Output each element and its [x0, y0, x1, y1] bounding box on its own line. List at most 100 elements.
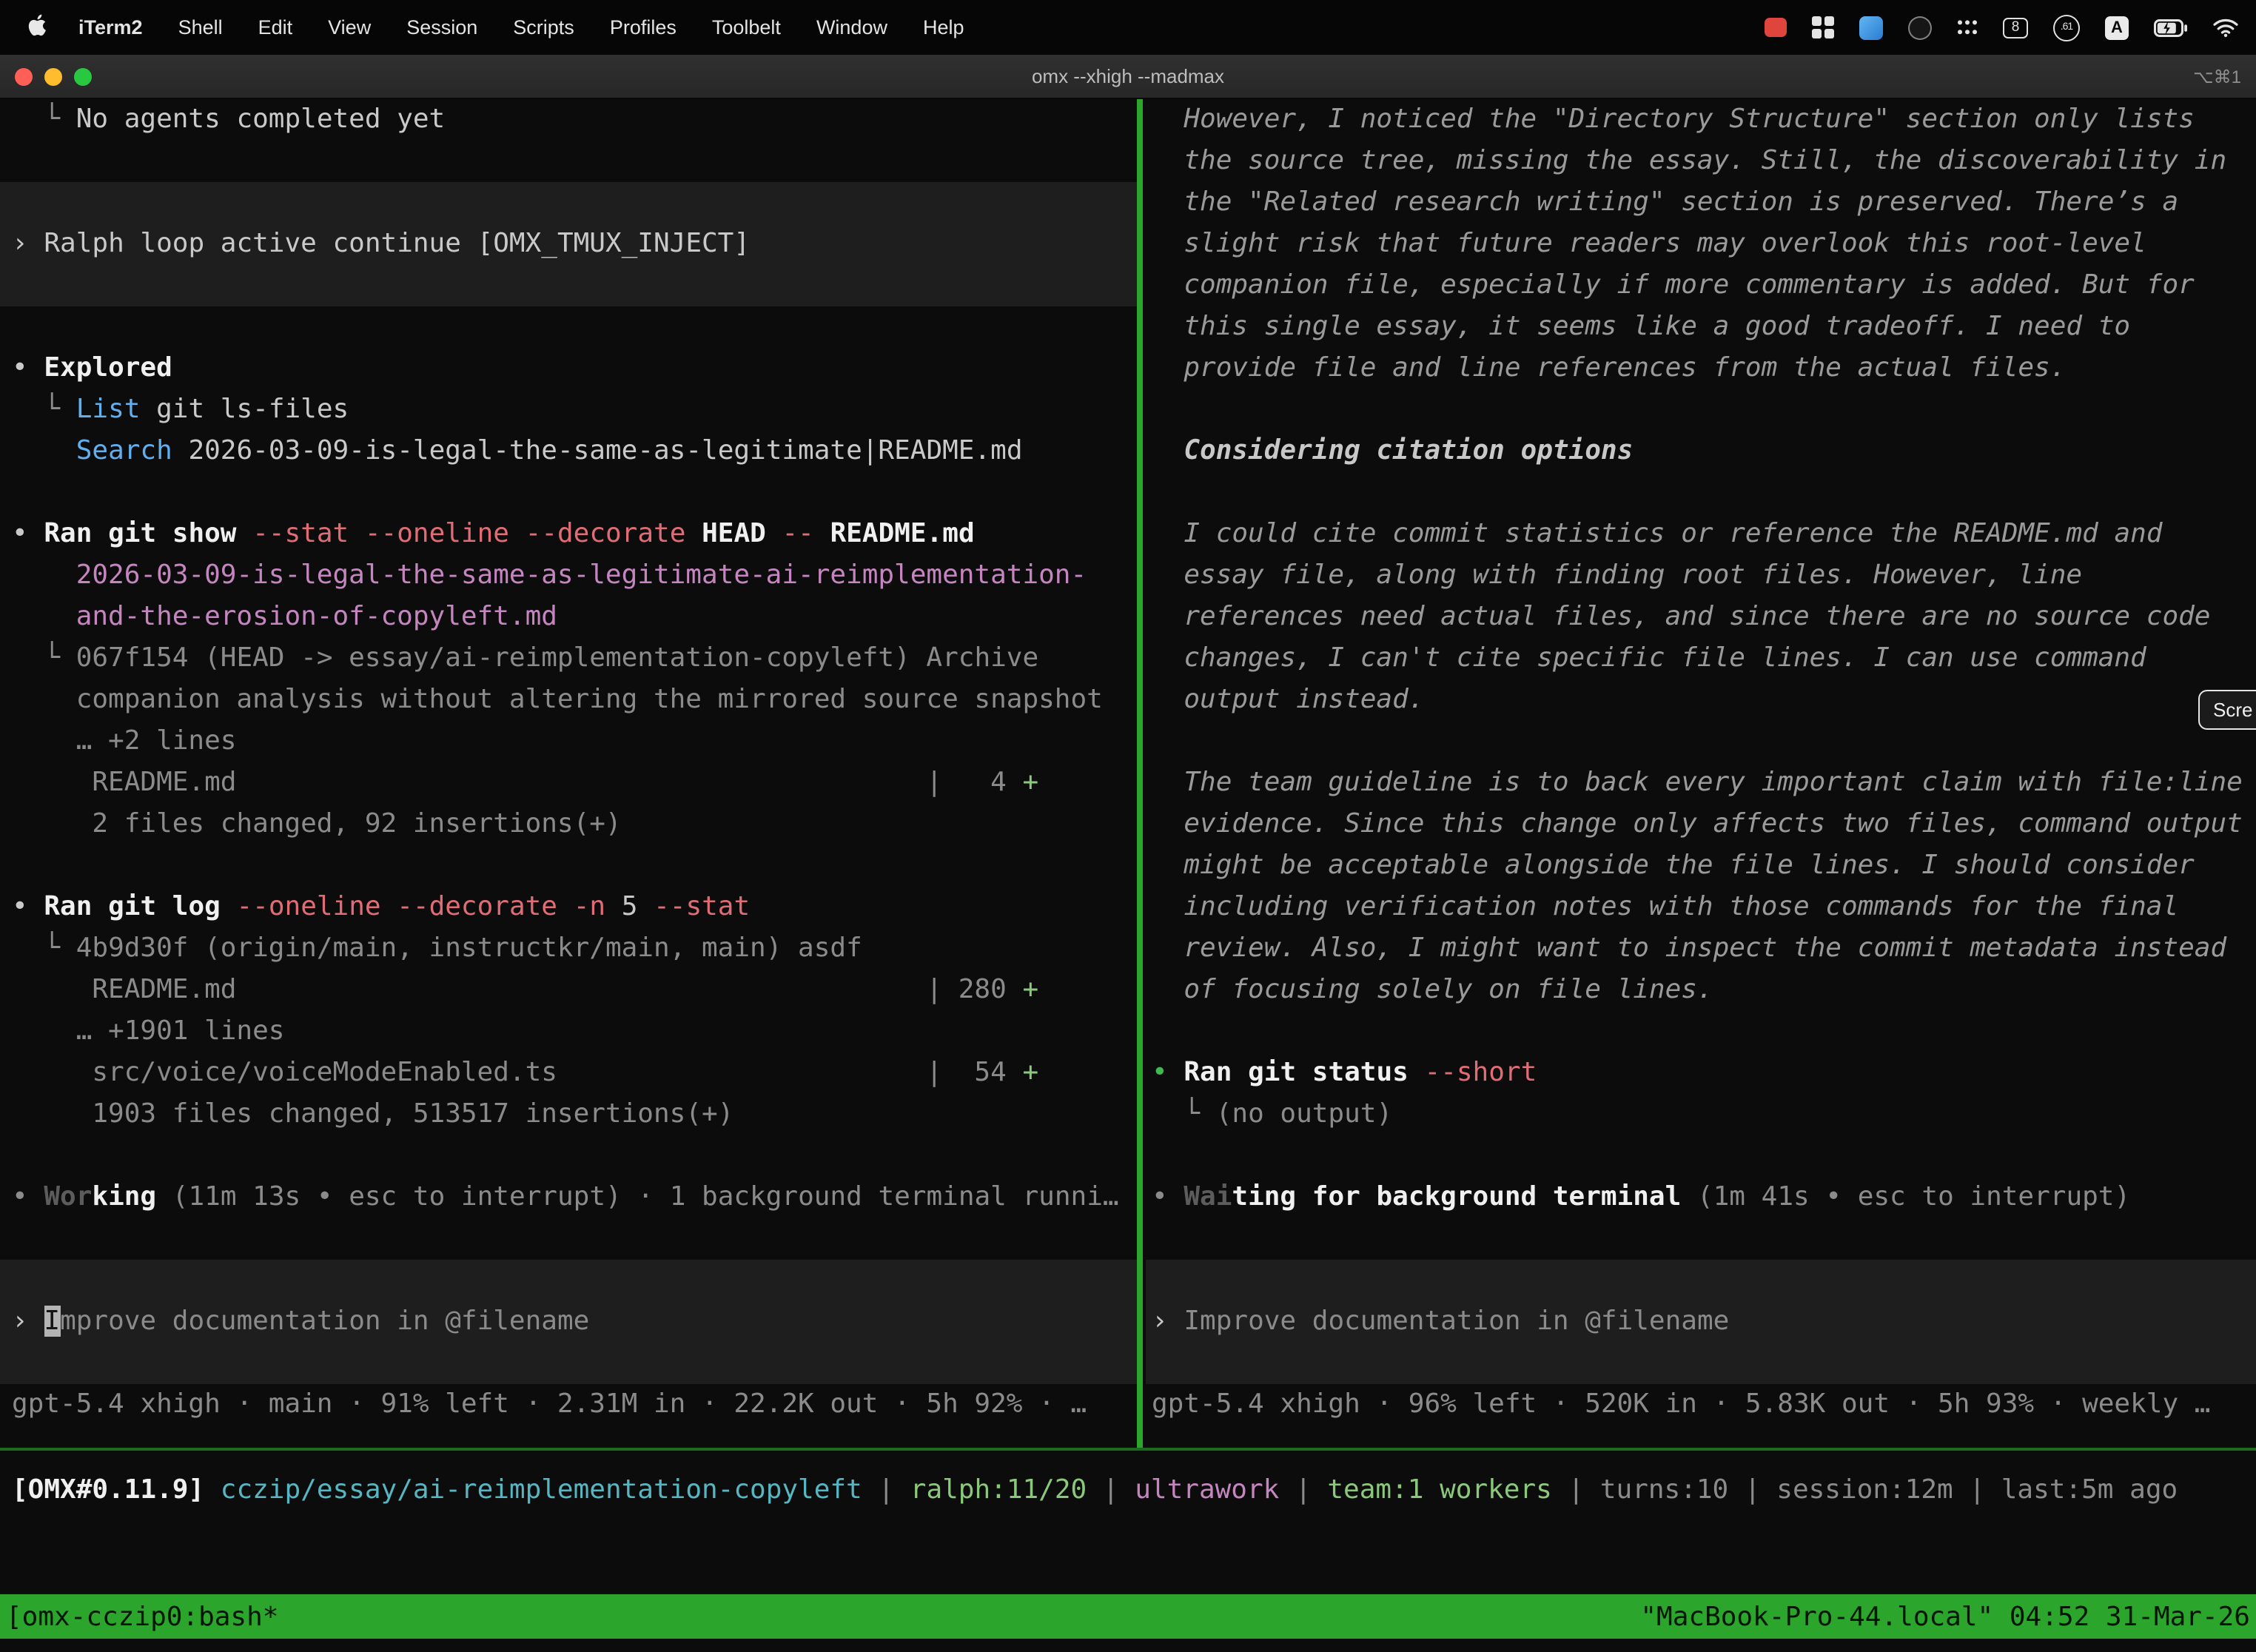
terminal-line: … +1901 lines [0, 1011, 1137, 1052]
tmux-horizontal-border [0, 1448, 2256, 1451]
terminal-text: git status [1248, 1057, 1409, 1088]
terminal-line [1146, 1011, 2256, 1052]
terminal-line: • Explored [0, 348, 1137, 389]
terminal-text: might be acceptable alongside the file l… [1152, 850, 2195, 881]
reasoning-heading: Considering citation options [1146, 431, 2256, 472]
terminal-text: --stat [654, 891, 750, 922]
menu-bar-left: iTerm2 Shell Edit View Session Scripts P… [15, 13, 982, 41]
window-title-bar[interactable]: omx --xhigh --madmax ⌥⌘1 [0, 55, 2256, 99]
terminal-line: • Ran git log --oneline --decorate -n 5 … [0, 887, 1137, 928]
tmux-pane-left[interactable]: └ No agents completed yet › Ralph loop ac… [0, 99, 1137, 1426]
menu-edit[interactable]: Edit [241, 16, 311, 38]
terminal-text: 4b9d30f (origin/main, instructkr/main, m… [76, 933, 862, 964]
tmux-pane-right[interactable]: However, I noticed the "Directory Struct… [1146, 99, 2256, 1426]
terminal-line: Search 2026-03-09-is-legal-the-same-as-l… [0, 431, 1137, 472]
menu-shell[interactable]: Shell [161, 16, 241, 38]
menu-toolbelt[interactable]: Toolbelt [694, 16, 799, 38]
keypad-icon[interactable]: 8 [2003, 17, 2028, 38]
window-grid-icon[interactable] [1812, 16, 1834, 38]
terminal-line: However, I noticed the "Directory Struct… [1146, 99, 2256, 141]
cursor-block: I [44, 1306, 60, 1337]
blue-app-icon[interactable] [1859, 16, 1883, 39]
menu-bar: iTerm2 Shell Edit View Session Scripts P… [0, 0, 2256, 55]
terminal-text: 1903 files changed, 513517 insertions(+) [12, 1098, 733, 1129]
wifi-icon[interactable] [2213, 18, 2238, 37]
terminal-text: └ [1152, 1098, 1216, 1129]
terminal-line: 2 files changed, 92 insertions(+) [0, 804, 1137, 845]
terminal-line: README.md | 280 + [0, 970, 1137, 1011]
terminal-text: the source tree, missing the essay. Stil… [1152, 145, 2226, 176]
terminal-text: Improve documentation in @filename [1184, 1306, 1729, 1337]
tmux-pane-divider[interactable] [1137, 99, 1143, 1448]
menu-session[interactable]: Session [389, 16, 495, 38]
terminal-line [1146, 389, 2256, 431]
terminal-line: including verification notes with those … [1146, 887, 2256, 928]
terminal-text: | [1552, 1474, 1600, 1505]
terminal-line [0, 306, 1137, 348]
apple-menu[interactable] [27, 13, 49, 41]
screen: iTerm2 Shell Edit View Session Scripts P… [0, 0, 2256, 1652]
terminal-text: git ls-files [140, 394, 349, 425]
terminal-line [0, 1260, 1137, 1301]
terminal-text: Considering citation options [1184, 435, 1633, 466]
terminal-line [1146, 1260, 2256, 1301]
omx-team: team:1 workers [1327, 1474, 1551, 1505]
terminal-text [766, 518, 782, 549]
terminal-line [1146, 721, 2256, 762]
terminal-text: • [12, 1181, 44, 1212]
terminal-line: The team guideline is to back every impo… [1146, 762, 2256, 804]
terminal-text: No agents completed yet [76, 104, 446, 135]
ralph-loop-banner: › Ralph loop active continue [OMX_TMUX_I… [0, 224, 1137, 265]
terminal-text: • [1152, 1057, 1184, 1088]
close-window-button[interactable] [15, 68, 33, 86]
terminal-text: | [1279, 1474, 1327, 1505]
battery-icon[interactable] [2154, 19, 2188, 36]
terminal-text: git log [108, 891, 221, 922]
zoom-window-button[interactable] [74, 68, 92, 86]
terminal-line: └ 067f154 (HEAD -> essay/ai-reimplementa… [0, 638, 1137, 679]
prompt-input[interactable]: › Improve documentation in @filename [1146, 1301, 2256, 1343]
terminal-text: + [1022, 974, 1038, 1005]
terminal-text: changes, I can't cite specific file line… [1152, 642, 2146, 674]
terminal-text: + [1022, 767, 1038, 798]
screen-edge-overlay-button[interactable]: Scre [2198, 690, 2256, 730]
terminal-text [685, 518, 702, 549]
terminal-text: • [12, 891, 44, 922]
terminal-text: └ [12, 933, 76, 964]
terminal-text: Ran [1184, 1057, 1232, 1088]
menu-help[interactable]: Help [905, 16, 982, 38]
terminal-line: of focusing solely on file lines. [1146, 970, 2256, 1011]
terminal-text: HEAD [702, 518, 766, 549]
terminal-text: (no output) [1216, 1098, 1392, 1129]
omx-branch: cczip/essay/ai-reimplementation-copyleft [221, 1474, 862, 1505]
terminal-line [0, 472, 1137, 514]
terminal-text: Wor [44, 1181, 92, 1212]
window-title: omx --xhigh --madmax [0, 65, 2256, 87]
omx-last-activity: last:5m ago [2001, 1474, 2178, 1505]
terminal-text: (1m 41s • esc to interrupt) [1681, 1181, 2130, 1212]
battery-gauge-icon[interactable]: .61 [2053, 14, 2080, 41]
menu-window[interactable]: Window [799, 16, 905, 38]
dots-grid-icon[interactable] [1957, 19, 1978, 36]
menu-iterm2[interactable]: iTerm2 [61, 16, 161, 38]
minimize-window-button[interactable] [44, 68, 62, 86]
terminal-text: List [76, 394, 141, 425]
dark-app-icon[interactable] [1908, 16, 1932, 39]
terminal-text [557, 891, 574, 922]
omx-status-line: [OMX#0.11.9] cczip/essay/ai-reimplementa… [0, 1470, 2256, 1511]
terminal-line: essay file, along with finding root file… [1146, 555, 2256, 597]
screen-recording-indicator-icon[interactable] [1765, 18, 1787, 37]
terminal-line: 1903 files changed, 513517 insertions(+) [0, 1094, 1137, 1135]
input-source-icon[interactable]: A [2105, 16, 2129, 39]
terminal-text: 2026-03-09-is-legal-the-same-as-legitima… [12, 560, 1087, 591]
terminal-text: 2026-03-09-is-legal-the-same-as-legitima… [172, 435, 1023, 466]
terminal-line: └ 4b9d30f (origin/main, instructkr/main,… [0, 928, 1137, 970]
prompt-input[interactable]: › Improve documentation in @filename [0, 1301, 1137, 1343]
menu-profiles[interactable]: Profiles [592, 16, 694, 38]
menu-scripts[interactable]: Scripts [495, 16, 592, 38]
terminal-text: | [1087, 1474, 1135, 1505]
terminal-text: review. Also, I might want to inspect th… [1152, 933, 2226, 964]
tmux-session-window-label: [omx-cczip0:bash* [6, 1601, 278, 1632]
menu-view[interactable]: View [310, 16, 389, 38]
terminal-text: Ralph loop active continue [OMX_TMUX_INJ… [44, 228, 750, 259]
